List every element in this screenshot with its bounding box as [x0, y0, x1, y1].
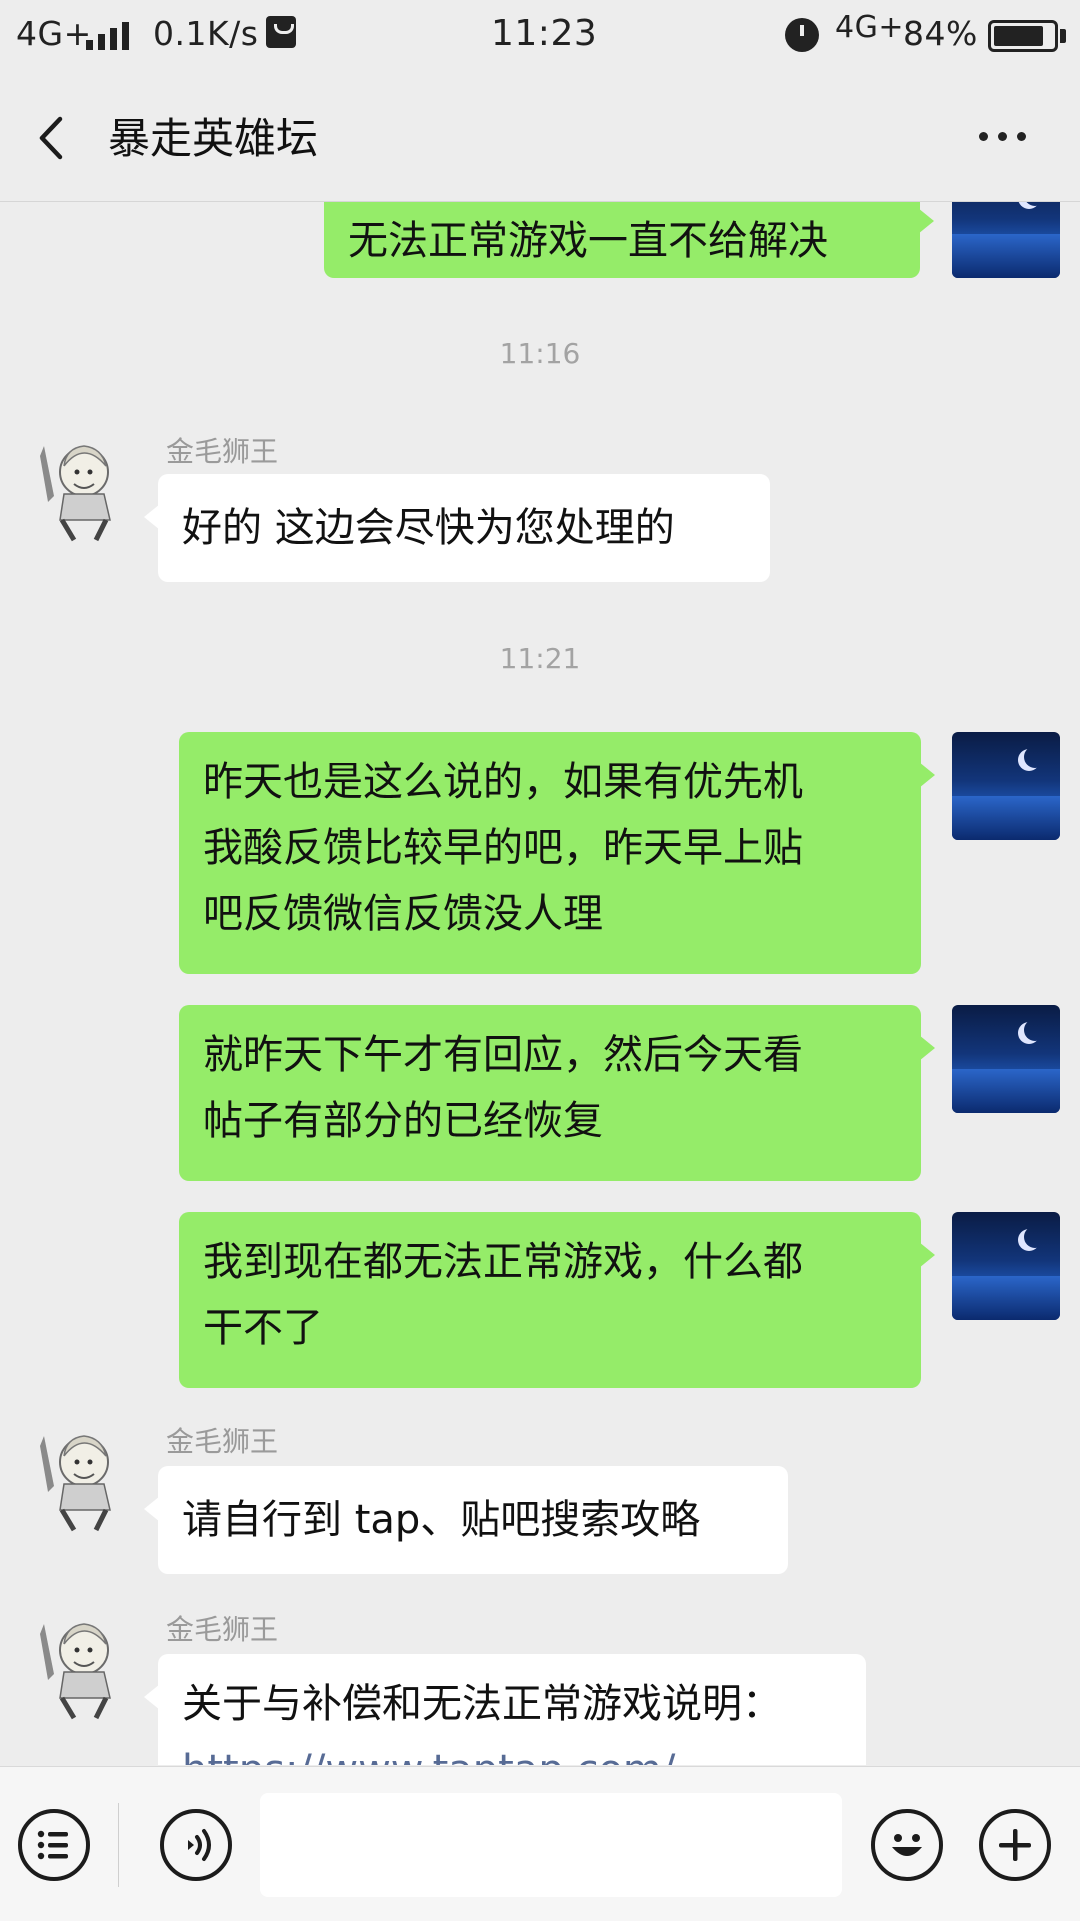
message-line: 吧反馈微信反馈没人理 [203, 891, 603, 937]
message-text: 请自行到 tap、贴吧搜索攻略 [182, 1497, 701, 1543]
self-avatar[interactable] [952, 202, 1060, 278]
message-bubble-other[interactable]: 请自行到 tap、贴吧搜索攻略 [144, 1466, 788, 1574]
message-bubble-self[interactable]: 无法正常游戏一直不给解决 [324, 202, 934, 278]
message-line: 我到现在都无法正常游戏，什么都 [203, 1239, 803, 1285]
lion-avatar[interactable] [24, 1426, 132, 1534]
message-line: 帖子有部分的已经恢复 [203, 1098, 603, 1144]
message-line: 我酸反馈比较早的吧，昨天早上贴 [203, 825, 803, 871]
input-bar [0, 1766, 1080, 1921]
message-bubble-self[interactable]: 昨天也是这么说的，如果有优先机 我酸反馈比较早的吧，昨天早上贴 吧反馈微信反馈没… [179, 732, 935, 974]
divider [118, 1803, 119, 1887]
more-dots-icon[interactable] [975, 120, 1031, 150]
notification-icon [266, 16, 296, 48]
battery-fill [994, 26, 1043, 46]
self-avatar[interactable] [952, 1005, 1060, 1113]
battery-icon [988, 20, 1058, 52]
alarm-icon [785, 18, 819, 52]
message-bubble-self[interactable]: 就昨天下午才有回应，然后今天看 帖子有部分的已经恢复 [179, 1005, 935, 1181]
message-text: 好的 这边会尽快为您处理的 [182, 505, 675, 551]
message-bubble-self[interactable]: 我到现在都无法正常游戏，什么都 干不了 [179, 1212, 935, 1388]
chevron-left-icon[interactable] [28, 113, 78, 163]
voice-icon[interactable] [160, 1809, 232, 1881]
status-time: 11:23 [491, 13, 598, 54]
plus-icon[interactable] [979, 1809, 1051, 1881]
battery-tip [1060, 29, 1066, 43]
timestamp: 11:21 [499, 642, 581, 675]
network-type: 4G+ [16, 14, 92, 53]
message-link[interactable]: https://www.taptap.com/ [182, 1737, 842, 1765]
self-avatar[interactable] [952, 732, 1060, 840]
chat-header: 暴走英雄坛 [0, 75, 1080, 202]
page-title: 暴走英雄坛 [108, 114, 319, 163]
message-bubble-other[interactable]: 关于与补偿和无法正常游戏说明： https://www.taptap.com/ [144, 1654, 866, 1765]
network-speed: 0.1K/s [153, 14, 259, 53]
timestamp: 11:16 [499, 337, 581, 370]
sender-name: 金毛狮王 [166, 1425, 279, 1458]
network-type-right: 4G+ [835, 10, 904, 45]
lion-king-avatar-icon [40, 1435, 111, 1532]
lion-king-avatar-icon [40, 445, 111, 542]
list-menu-icon[interactable] [18, 1809, 90, 1881]
message-line: 干不了 [203, 1305, 323, 1351]
lion-king-avatar-icon [40, 1623, 111, 1720]
sender-name: 金毛狮王 [166, 435, 279, 468]
lion-avatar[interactable] [24, 1614, 132, 1722]
chat-area[interactable]: 无法正常游戏一直不给解决 11:16 金毛狮王 好的 这边会尽快为您处理的 11… [0, 202, 1080, 1765]
message-text: 无法正常游戏一直不给解决 [348, 218, 828, 264]
emoji-icon[interactable] [871, 1809, 943, 1881]
message-line: 昨天也是这么说的，如果有优先机 [203, 759, 803, 805]
lion-avatar[interactable] [24, 436, 132, 544]
message-text: 关于与补偿和无法正常游戏说明： [182, 1681, 782, 1727]
battery-percent: 84% [903, 14, 978, 53]
sender-name: 金毛狮王 [166, 1613, 279, 1646]
signal-icon [86, 22, 130, 50]
message-bubble-other[interactable]: 好的 这边会尽快为您处理的 [144, 474, 770, 582]
self-avatar[interactable] [952, 1212, 1060, 1320]
message-line: 就昨天下午才有回应，然后今天看 [203, 1032, 803, 1078]
message-input[interactable] [260, 1793, 842, 1897]
status-bar: 4G+ 0.1K/s 11:23 4G+ 84% [0, 0, 1080, 75]
